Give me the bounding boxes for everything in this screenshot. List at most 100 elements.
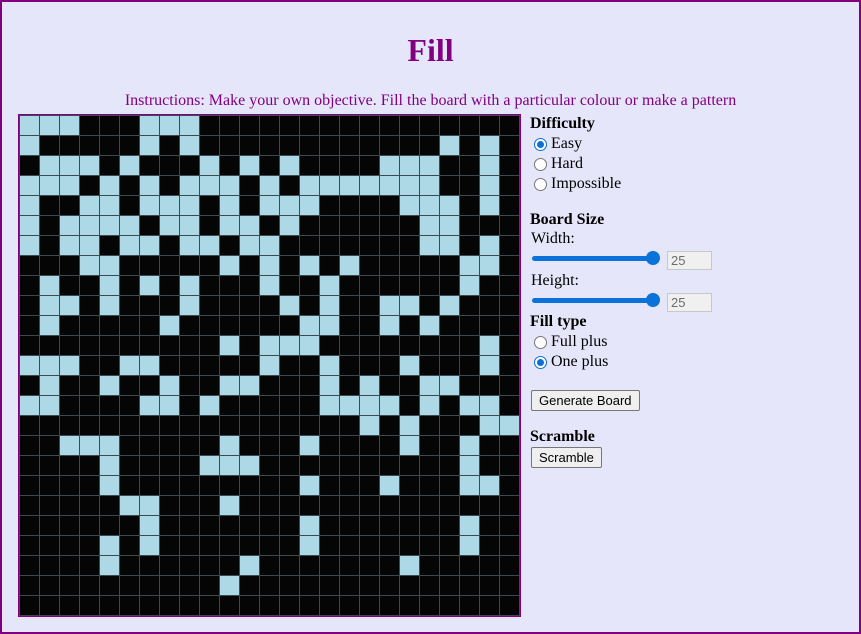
board-cell[interactable] [319, 535, 340, 556]
board-cell[interactable] [99, 135, 120, 156]
board-cell[interactable] [139, 255, 160, 276]
board-cell[interactable] [119, 435, 140, 456]
board-cell[interactable] [479, 315, 500, 336]
board-cell[interactable] [99, 555, 120, 576]
difficulty-hard-label[interactable]: Hard [551, 155, 583, 173]
board-cell[interactable] [319, 415, 340, 436]
board-cell[interactable] [479, 495, 500, 516]
board-cell[interactable] [479, 435, 500, 456]
board-cell[interactable] [499, 115, 520, 136]
board-cell[interactable] [39, 255, 60, 276]
board-cell[interactable] [79, 335, 100, 356]
board-cell[interactable] [299, 315, 320, 336]
board-cell[interactable] [359, 335, 380, 356]
board-cell[interactable] [59, 115, 80, 136]
board-cell[interactable] [19, 375, 40, 396]
board-cell[interactable] [299, 135, 320, 156]
board-cell[interactable] [219, 355, 240, 376]
board-cell[interactable] [79, 295, 100, 316]
board-cell[interactable] [299, 595, 320, 616]
board-cell[interactable] [379, 315, 400, 336]
board-cell[interactable] [399, 235, 420, 256]
board-cell[interactable] [199, 475, 220, 496]
board-cell[interactable] [219, 595, 240, 616]
board-cell[interactable] [199, 175, 220, 196]
board-cell[interactable] [499, 215, 520, 236]
board-cell[interactable] [279, 175, 300, 196]
board-cell[interactable] [179, 315, 200, 336]
board-cell[interactable] [19, 415, 40, 436]
difficulty-impossible-label[interactable]: Impossible [551, 175, 621, 193]
board-cell[interactable] [119, 275, 140, 296]
board-cell[interactable] [39, 215, 60, 236]
board-cell[interactable] [419, 495, 440, 516]
board-cell[interactable] [159, 275, 180, 296]
board-cell[interactable] [419, 115, 440, 136]
board-cell[interactable] [19, 195, 40, 216]
board-cell[interactable] [279, 455, 300, 476]
board-cell[interactable] [179, 295, 200, 316]
board-cell[interactable] [359, 255, 380, 276]
board-cell[interactable] [39, 395, 60, 416]
board-cell[interactable] [419, 275, 440, 296]
board-cell[interactable] [499, 195, 520, 216]
board-cell[interactable] [479, 335, 500, 356]
board-cell[interactable] [179, 435, 200, 456]
board-cell[interactable] [279, 115, 300, 136]
board-cell[interactable] [279, 595, 300, 616]
board-cell[interactable] [119, 515, 140, 536]
board-cell[interactable] [139, 355, 160, 376]
board-cell[interactable] [139, 495, 160, 516]
board-cell[interactable] [259, 355, 280, 376]
board-cell[interactable] [419, 535, 440, 556]
board-cell[interactable] [79, 375, 100, 396]
board-cell[interactable] [339, 175, 360, 196]
board-cell[interactable] [159, 175, 180, 196]
board-cell[interactable] [219, 335, 240, 356]
board-cell[interactable] [59, 355, 80, 376]
board-cell[interactable] [319, 215, 340, 236]
fill-full-plus-radio[interactable] [534, 335, 547, 349]
board-cell[interactable] [179, 275, 200, 296]
board-cell[interactable] [179, 555, 200, 576]
board-cell[interactable] [199, 155, 220, 176]
board-cell[interactable] [159, 375, 180, 396]
board-cell[interactable] [419, 155, 440, 176]
board-cell[interactable] [259, 235, 280, 256]
board-cell[interactable] [179, 375, 200, 396]
board-cell[interactable] [379, 575, 400, 596]
board-grid[interactable] [19, 115, 520, 616]
board-cell[interactable] [59, 315, 80, 336]
board-cell[interactable] [439, 535, 460, 556]
board-cell[interactable] [299, 295, 320, 316]
board-cell[interactable] [19, 335, 40, 356]
board-cell[interactable] [259, 275, 280, 296]
board-cell[interactable] [359, 315, 380, 336]
width-slider-thumb[interactable] [646, 251, 660, 265]
board-cell[interactable] [259, 195, 280, 216]
board-cell[interactable] [279, 195, 300, 216]
difficulty-easy-label[interactable]: Easy [551, 135, 582, 153]
board-cell[interactable] [479, 455, 500, 476]
board-cell[interactable] [239, 235, 260, 256]
board-cell[interactable] [419, 235, 440, 256]
board-cell[interactable] [199, 535, 220, 556]
board-cell[interactable] [99, 355, 120, 376]
board-cell[interactable] [159, 595, 180, 616]
board-cell[interactable] [499, 375, 520, 396]
board-cell[interactable] [19, 435, 40, 456]
board-cell[interactable] [59, 155, 80, 176]
board-cell[interactable] [199, 575, 220, 596]
board-cell[interactable] [59, 235, 80, 256]
board-cell[interactable] [239, 475, 260, 496]
board-cell[interactable] [399, 175, 420, 196]
board-cell[interactable] [159, 335, 180, 356]
board-cell[interactable] [199, 415, 220, 436]
board-cell[interactable] [259, 535, 280, 556]
board-cell[interactable] [159, 495, 180, 516]
board-cell[interactable] [499, 395, 520, 416]
board-cell[interactable] [59, 455, 80, 476]
board-cell[interactable] [319, 115, 340, 136]
board-cell[interactable] [119, 355, 140, 376]
board-cell[interactable] [379, 495, 400, 516]
